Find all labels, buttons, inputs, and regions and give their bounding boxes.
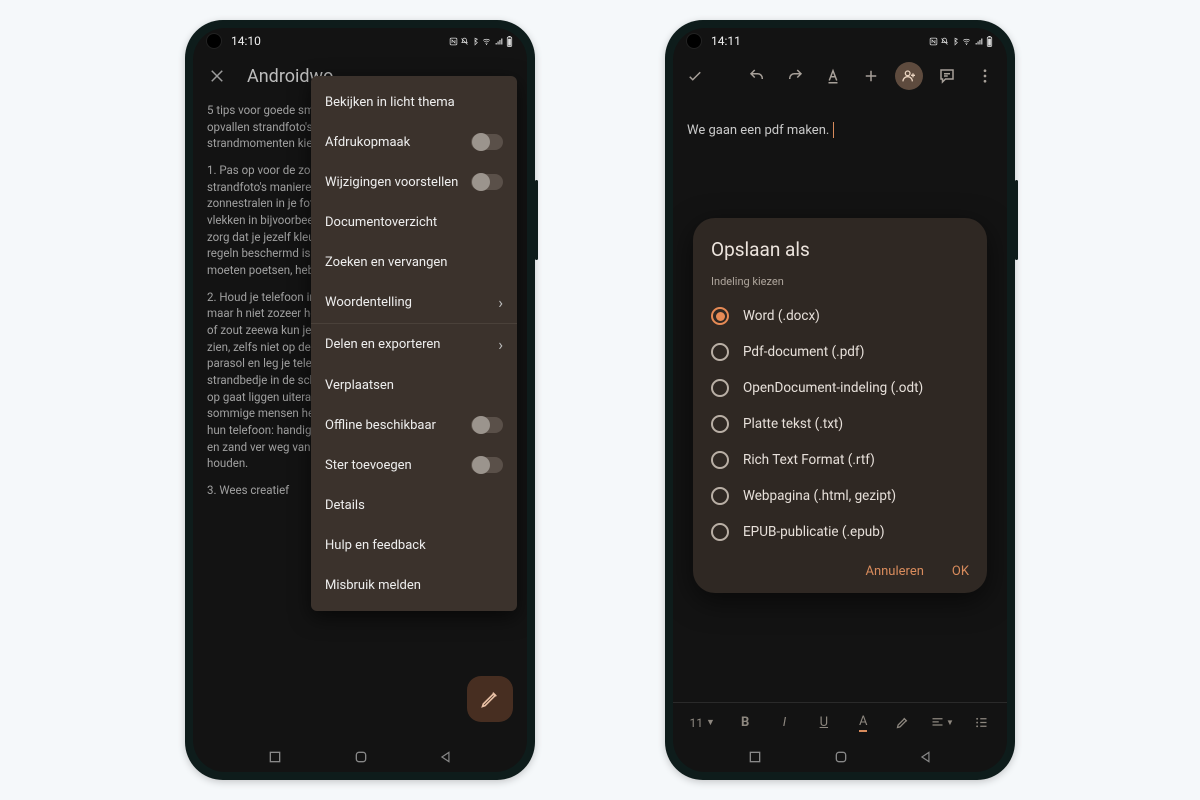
more-icon[interactable] (971, 62, 999, 90)
toggle-icon[interactable] (471, 457, 503, 473)
recents-icon[interactable] (267, 749, 283, 765)
menu-move[interactable]: Verplaatsen (311, 365, 517, 405)
menu-view-light-theme[interactable]: Bekijken in licht thema (311, 82, 517, 122)
back-icon[interactable] (919, 750, 933, 764)
align-button[interactable]: ▼ (924, 703, 959, 742)
text-format-icon[interactable] (819, 62, 847, 90)
save-as-dialog: Opslaan als Indeling kiezen Word (.docx)… (693, 218, 987, 593)
bold-button[interactable]: B (727, 703, 762, 742)
radio-icon (711, 487, 729, 505)
option-rtf[interactable]: Rich Text Format (.rtf) (711, 442, 969, 478)
menu-star[interactable]: Ster toevoegen (311, 445, 517, 485)
cancel-button[interactable]: Annuleren (865, 564, 923, 579)
option-html[interactable]: Webpagina (.html, gezipt) (711, 478, 969, 514)
text-caret (833, 122, 834, 138)
signal-icon (494, 37, 504, 46)
option-odt[interactable]: OpenDocument-indeling (.odt) (711, 370, 969, 406)
camera-punch-hole (687, 34, 701, 48)
phone-right: 14:11 (665, 20, 1015, 780)
radio-icon (711, 451, 729, 469)
status-icons (929, 36, 993, 47)
menu-offline[interactable]: Offline beschikbaar (311, 405, 517, 445)
radio-icon (711, 343, 729, 361)
bluetooth-icon (951, 37, 959, 46)
menu-help-feedback[interactable]: Hulp en feedback (311, 525, 517, 565)
editor-text: We gaan een pdf maken. (687, 123, 829, 138)
menu-share-export[interactable]: Delen en exporteren› (311, 323, 517, 365)
radio-selected-icon (711, 307, 729, 325)
font-size-stepper[interactable]: 11▼ (681, 703, 723, 742)
screen-right: 14:11 (673, 28, 1007, 772)
highlighter-icon (895, 715, 910, 730)
bullet-list-icon (974, 715, 989, 730)
chevron-right-icon: › (498, 335, 503, 354)
status-icons (449, 36, 513, 47)
phone-left: 14:10 Androidwo 5 tips voor goede sma. K… (185, 20, 535, 780)
underline-button[interactable]: U (806, 703, 841, 742)
toggle-icon[interactable] (471, 174, 503, 190)
mute-icon (940, 37, 949, 46)
close-icon[interactable] (203, 62, 231, 90)
battery-icon (986, 36, 993, 47)
comment-icon[interactable] (933, 62, 961, 90)
toggle-icon[interactable] (471, 134, 503, 150)
battery-icon (506, 36, 513, 47)
format-toolbar: 11▼ B I U A ▼ (673, 702, 1007, 742)
home-icon[interactable] (353, 749, 369, 765)
status-bar: 14:10 (193, 28, 527, 54)
overflow-menu: Bekijken in licht thema Afdrukopmaak Wij… (311, 76, 517, 611)
mute-icon (460, 37, 469, 46)
align-icon (930, 715, 945, 730)
text-color-button[interactable]: A (846, 703, 881, 742)
screen-left: 14:10 Androidwo 5 tips voor goede sma. K… (193, 28, 527, 772)
edit-fab[interactable] (467, 676, 513, 722)
signal-icon (974, 37, 984, 46)
toggle-icon[interactable] (471, 417, 503, 433)
menu-print-layout[interactable]: Afdrukopmaak (311, 122, 517, 162)
status-clock: 14:11 (711, 34, 741, 48)
editor-content[interactable]: We gaan een pdf maken. (673, 98, 1007, 138)
option-word[interactable]: Word (.docx) (711, 298, 969, 334)
back-icon[interactable] (439, 750, 453, 764)
redo-icon[interactable] (781, 62, 809, 90)
highlight-button[interactable] (885, 703, 920, 742)
radio-icon (711, 523, 729, 541)
radio-icon (711, 415, 729, 433)
nfc-icon (449, 37, 458, 46)
chevron-down-icon: ▼ (706, 717, 715, 728)
editor-toolbar (673, 54, 1007, 98)
done-icon[interactable] (681, 62, 709, 90)
recents-icon[interactable] (747, 749, 763, 765)
option-txt[interactable]: Platte tekst (.txt) (711, 406, 969, 442)
dialog-subtitle: Indeling kiezen (711, 275, 969, 288)
menu-report-abuse[interactable]: Misbruik melden (311, 565, 517, 605)
option-pdf[interactable]: Pdf-document (.pdf) (711, 334, 969, 370)
status-clock: 14:10 (231, 34, 261, 48)
nav-bar (193, 742, 527, 772)
bluetooth-icon (471, 37, 479, 46)
ok-button[interactable]: OK (952, 564, 969, 579)
camera-punch-hole (207, 34, 221, 48)
insert-icon[interactable] (857, 62, 885, 90)
home-icon[interactable] (833, 749, 849, 765)
wifi-icon (961, 37, 972, 46)
dialog-title: Opslaan als (711, 238, 969, 261)
wifi-icon (481, 37, 492, 46)
undo-icon[interactable] (743, 62, 771, 90)
share-person-icon[interactable] (895, 62, 923, 90)
option-epub[interactable]: EPUB-publicatie (.epub) (711, 514, 969, 550)
chevron-right-icon: › (498, 293, 503, 312)
menu-word-count[interactable]: Woordentelling› (311, 282, 517, 323)
menu-suggest-changes[interactable]: Wijzigingen voorstellen (311, 162, 517, 202)
radio-icon (711, 379, 729, 397)
menu-details[interactable]: Details (311, 485, 517, 525)
list-button[interactable] (964, 703, 999, 742)
pencil-icon (480, 689, 500, 709)
menu-document-outline[interactable]: Documentoverzicht (311, 202, 517, 242)
nfc-icon (929, 37, 938, 46)
italic-button[interactable]: I (767, 703, 802, 742)
status-bar: 14:11 (673, 28, 1007, 54)
menu-find-replace[interactable]: Zoeken en vervangen (311, 242, 517, 282)
nav-bar (673, 742, 1007, 772)
